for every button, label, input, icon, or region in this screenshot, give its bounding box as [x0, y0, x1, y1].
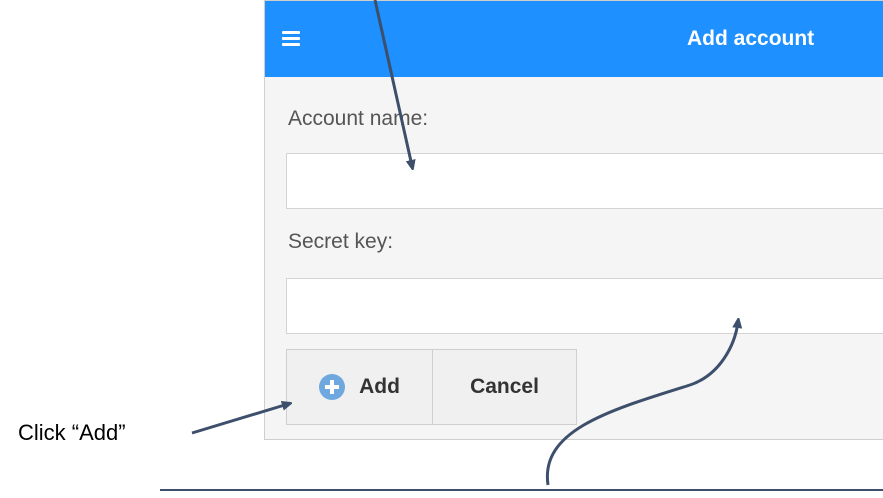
cancel-button[interactable]: Cancel: [433, 350, 576, 424]
hamburger-icon[interactable]: [282, 31, 300, 46]
add-button[interactable]: Add: [287, 350, 433, 424]
secret-key-label: Secret key:: [288, 230, 394, 253]
account-name-input[interactable]: [286, 153, 883, 209]
app-header: Add account: [265, 1, 883, 77]
plus-circle-icon: [319, 374, 346, 400]
form-actions: Add Cancel: [286, 349, 577, 425]
add-button-label: Add: [359, 375, 400, 398]
page-title: Add account: [687, 27, 815, 50]
account-name-label: Account name:: [288, 107, 429, 130]
secret-key-input[interactable]: [286, 278, 883, 334]
add-account-panel: Add account Account name: Secret key: Ad…: [264, 0, 883, 440]
click-add-annotation: Click “Add”: [18, 420, 126, 445]
cancel-button-label: Cancel: [470, 375, 539, 398]
